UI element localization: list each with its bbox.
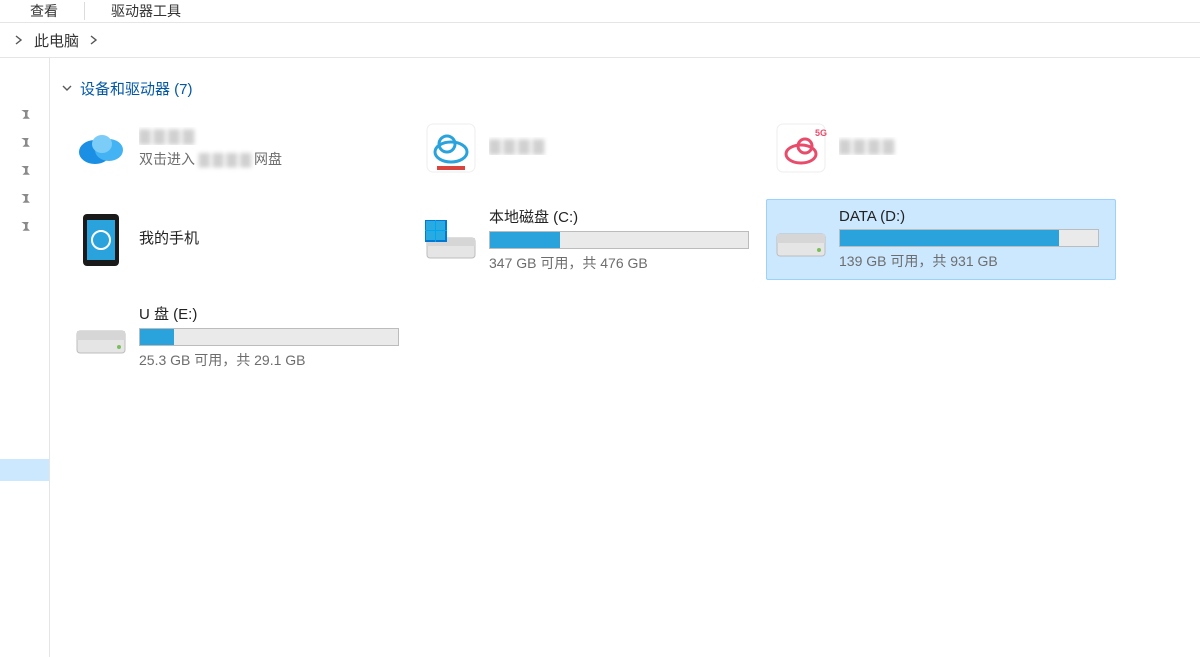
drive-icon — [73, 309, 129, 365]
main-area: 设备和驱动器 (7) ▇▇▇▇ 双击进入 ▇▇▇▇网盘 ▇▇▇▇ 5G ▇▇▇▇ 我的手机… — [0, 58, 1200, 657]
device-item[interactable]: 我的手机 — [66, 199, 416, 280]
item-title: ▇▇▇▇ — [139, 127, 409, 145]
pin-icon[interactable] — [18, 164, 32, 178]
item-subtitle: 双击进入 ▇▇▇▇网盘 — [139, 149, 409, 169]
item-title: ▇▇▇▇ — [839, 137, 1109, 155]
pin-icon[interactable] — [18, 220, 32, 234]
pin-icon[interactable] — [18, 192, 32, 206]
device-item[interactable]: U 盘 (E:) 25.3 GB 可用，共 29.1 GB — [66, 296, 416, 377]
item-info: DATA (D:) 139 GB 可用，共 931 GB — [839, 208, 1109, 271]
capacity-bar — [839, 229, 1099, 247]
item-info: 本地磁盘 (C:) 347 GB 可用，共 476 GB — [489, 206, 759, 273]
drive-win-icon — [423, 212, 479, 268]
tab-view[interactable]: 查看 — [8, 0, 80, 22]
sidebar-selection-highlight — [0, 459, 49, 481]
item-info: 我的手机 — [139, 227, 409, 252]
device-item[interactable]: DATA (D:) 139 GB 可用，共 931 GB — [766, 199, 1116, 280]
capacity-bar — [139, 328, 399, 346]
item-info: ▇▇▇▇ — [489, 137, 759, 159]
item-title: DATA (D:) — [839, 208, 1109, 225]
quick-access-sidebar — [0, 58, 50, 657]
item-title: U 盘 (E:) — [139, 303, 409, 324]
tab-drive-tools[interactable]: 驱动器工具 — [89, 0, 203, 22]
chevron-right-icon — [87, 33, 101, 47]
devices-grid: ▇▇▇▇ 双击进入 ▇▇▇▇网盘 ▇▇▇▇ 5G ▇▇▇▇ 我的手机 本地磁盘 (C:) 34… — [58, 113, 1192, 377]
cloud-red-icon: 5G — [773, 120, 829, 176]
cloud-blue-icon — [73, 120, 129, 176]
item-title: 本地磁盘 (C:) — [489, 206, 759, 227]
pin-icon[interactable] — [18, 136, 32, 150]
group-header-devices[interactable]: 设备和驱动器 (7) — [58, 76, 197, 101]
item-title: ▇▇▇▇ — [489, 137, 759, 155]
svg-text:5G: 5G — [815, 128, 827, 138]
breadcrumb[interactable]: 此电脑 — [0, 22, 1200, 58]
device-item[interactable]: ▇▇▇▇ — [416, 113, 766, 183]
capacity-bar-fill — [840, 230, 1059, 246]
pin-icon[interactable] — [18, 108, 32, 122]
tab-separator — [84, 2, 85, 20]
group-header-label: 设备和驱动器 (7) — [80, 78, 193, 99]
content-pane[interactable]: 设备和驱动器 (7) ▇▇▇▇ 双击进入 ▇▇▇▇网盘 ▇▇▇▇ 5G ▇▇▇▇ 我的手机… — [50, 58, 1200, 657]
item-subtitle: 25.3 GB 可用，共 29.1 GB — [139, 350, 409, 370]
item-title: 我的手机 — [139, 227, 409, 248]
chevron-down-icon — [62, 83, 74, 95]
ribbon-tabs: 查看 驱动器工具 — [0, 0, 1200, 22]
chevron-right-icon — [12, 33, 26, 47]
breadcrumb-this-pc[interactable]: 此电脑 — [30, 26, 83, 55]
capacity-bar-fill — [140, 329, 174, 345]
capacity-bar-fill — [490, 232, 560, 248]
item-info: ▇▇▇▇ 双击进入 ▇▇▇▇网盘 — [139, 127, 409, 169]
item-info: ▇▇▇▇ — [839, 137, 1109, 159]
device-item[interactable]: 本地磁盘 (C:) 347 GB 可用，共 476 GB — [416, 199, 766, 280]
capacity-bar — [489, 231, 749, 249]
phone-icon — [73, 212, 129, 268]
device-item[interactable]: 5G ▇▇▇▇ — [766, 113, 1116, 183]
drive-icon — [773, 212, 829, 268]
cloud-white-icon — [423, 120, 479, 176]
device-item[interactable]: ▇▇▇▇ 双击进入 ▇▇▇▇网盘 — [66, 113, 416, 183]
item-subtitle: 139 GB 可用，共 931 GB — [839, 251, 1109, 271]
item-subtitle: 347 GB 可用，共 476 GB — [489, 253, 759, 273]
item-info: U 盘 (E:) 25.3 GB 可用，共 29.1 GB — [139, 303, 409, 370]
